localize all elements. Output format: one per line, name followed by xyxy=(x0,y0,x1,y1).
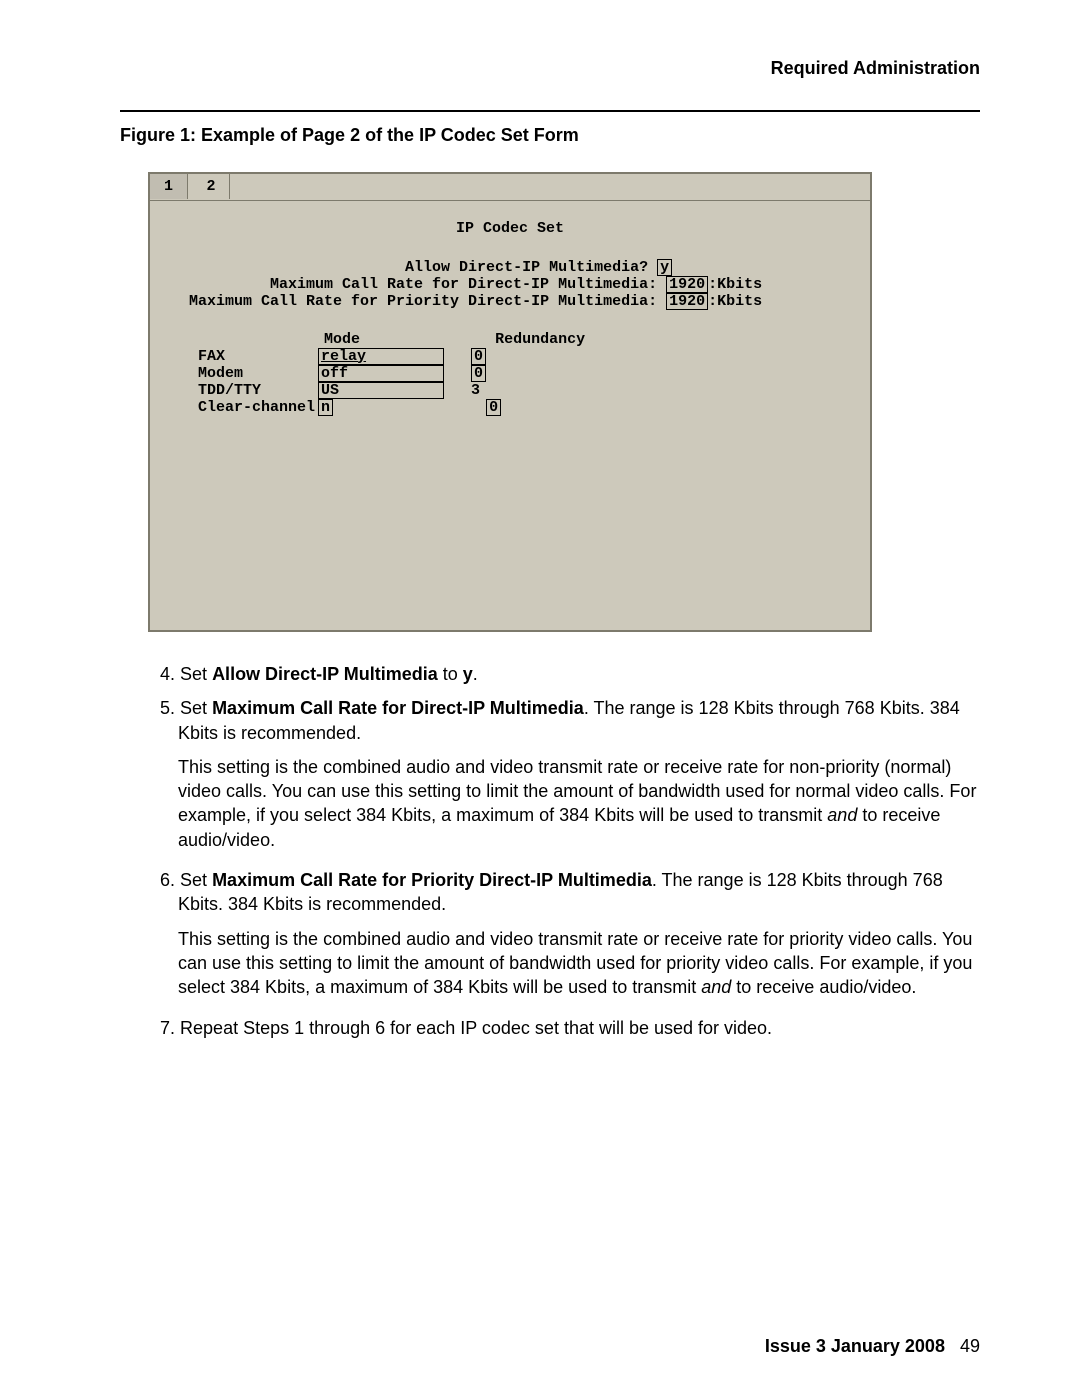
terminal-body: IP Codec Set Allow Direct-IP Multimedia?… xyxy=(150,201,870,436)
text: Repeat Steps 1 through 6 for each IP cod… xyxy=(180,1018,772,1038)
mode-field[interactable]: relay xyxy=(318,348,444,365)
figure-caption: Figure 1: Example of Page 2 of the IP Co… xyxy=(120,125,579,146)
step-number: 6. xyxy=(160,870,175,890)
redundancy-field[interactable]: 0 xyxy=(471,348,486,365)
column-headers: Mode Redundancy xyxy=(180,332,840,348)
table-row: TDD/TTYUS 3 xyxy=(180,382,840,399)
row-label: FAX xyxy=(198,349,318,365)
redundancy-value: 3 xyxy=(471,382,480,399)
redundancy-field[interactable]: 0 xyxy=(486,399,501,416)
mode-field[interactable]: n xyxy=(318,399,333,416)
mode-header: Mode xyxy=(324,331,360,348)
rate2-field[interactable]: 1920 xyxy=(666,293,708,310)
table-row: Clear-channeln 0 xyxy=(180,399,840,416)
tab-1[interactable]: 1 xyxy=(150,174,188,199)
text-bold: Maximum Call Rate for Priority Direct-IP… xyxy=(212,870,652,890)
mode-field[interactable]: US xyxy=(318,382,444,399)
step-number: 4. xyxy=(160,664,175,684)
redundancy-field[interactable]: 0 xyxy=(471,365,486,382)
rate1-unit: :Kbits xyxy=(708,276,762,293)
text-bold: Maximum Call Rate for Direct-IP Multimed… xyxy=(212,698,584,718)
rate1-line: Maximum Call Rate for Direct-IP Multimed… xyxy=(180,276,840,293)
text: to receive audio/video. xyxy=(731,977,916,997)
paragraph: This setting is the combined audio and v… xyxy=(178,755,980,852)
text: Set xyxy=(180,870,212,890)
footer-issue: Issue 3 January 2008 xyxy=(765,1336,945,1356)
section-header: Required Administration xyxy=(771,58,980,79)
allow-label: Allow Direct-IP Multimedia? xyxy=(405,259,648,276)
table-row: Modemoff 0 xyxy=(180,365,840,382)
list-item: 6. Set Maximum Call Rate for Priority Di… xyxy=(140,868,980,917)
footer-page: 49 xyxy=(960,1336,980,1356)
step-number: 7. xyxy=(160,1018,175,1038)
allow-line: Allow Direct-IP Multimedia? y xyxy=(180,259,840,276)
tab-bar: 1 2 xyxy=(150,174,870,201)
rate2-unit: :Kbits xyxy=(708,293,762,310)
body-content: 4. Set Allow Direct-IP Multimedia to y. … xyxy=(140,662,980,1050)
redundancy-header: Redundancy xyxy=(495,331,585,348)
horizontal-rule xyxy=(120,110,980,112)
text-italic: and xyxy=(701,977,731,997)
text: . xyxy=(473,664,478,684)
list-item: 4. Set Allow Direct-IP Multimedia to y. xyxy=(140,662,980,686)
tab-2[interactable]: 2 xyxy=(192,174,230,199)
terminal-screenshot: 1 2 IP Codec Set Allow Direct-IP Multime… xyxy=(148,172,872,632)
rate2-label: Maximum Call Rate for Priority Direct-IP… xyxy=(189,293,657,310)
text: Set xyxy=(180,664,212,684)
text-italic: and xyxy=(827,805,857,825)
list-item: 5. Set Maximum Call Rate for Direct-IP M… xyxy=(140,696,980,745)
row-label: Clear-channel xyxy=(198,400,318,416)
page-footer: Issue 3 January 2008 49 xyxy=(765,1336,980,1357)
text-bold: y xyxy=(463,664,473,684)
row-label: TDD/TTY xyxy=(198,383,318,399)
text-bold: Allow Direct-IP Multimedia xyxy=(212,664,438,684)
mode-field[interactable]: off xyxy=(318,365,444,382)
text: to xyxy=(438,664,463,684)
text: Set xyxy=(180,698,212,718)
rate1-label: Maximum Call Rate for Direct-IP Multimed… xyxy=(270,276,657,293)
rate1-field[interactable]: 1920 xyxy=(666,276,708,293)
list-item: 7. Repeat Steps 1 through 6 for each IP … xyxy=(140,1016,980,1040)
allow-field[interactable]: y xyxy=(657,259,672,276)
paragraph: This setting is the combined audio and v… xyxy=(178,927,980,1000)
form-title: IP Codec Set xyxy=(180,221,840,237)
rate2-line: Maximum Call Rate for Priority Direct-IP… xyxy=(180,293,840,310)
row-label: Modem xyxy=(198,366,318,382)
table-row: FAXrelay 0 xyxy=(180,348,840,365)
step-number: 5. xyxy=(160,698,175,718)
